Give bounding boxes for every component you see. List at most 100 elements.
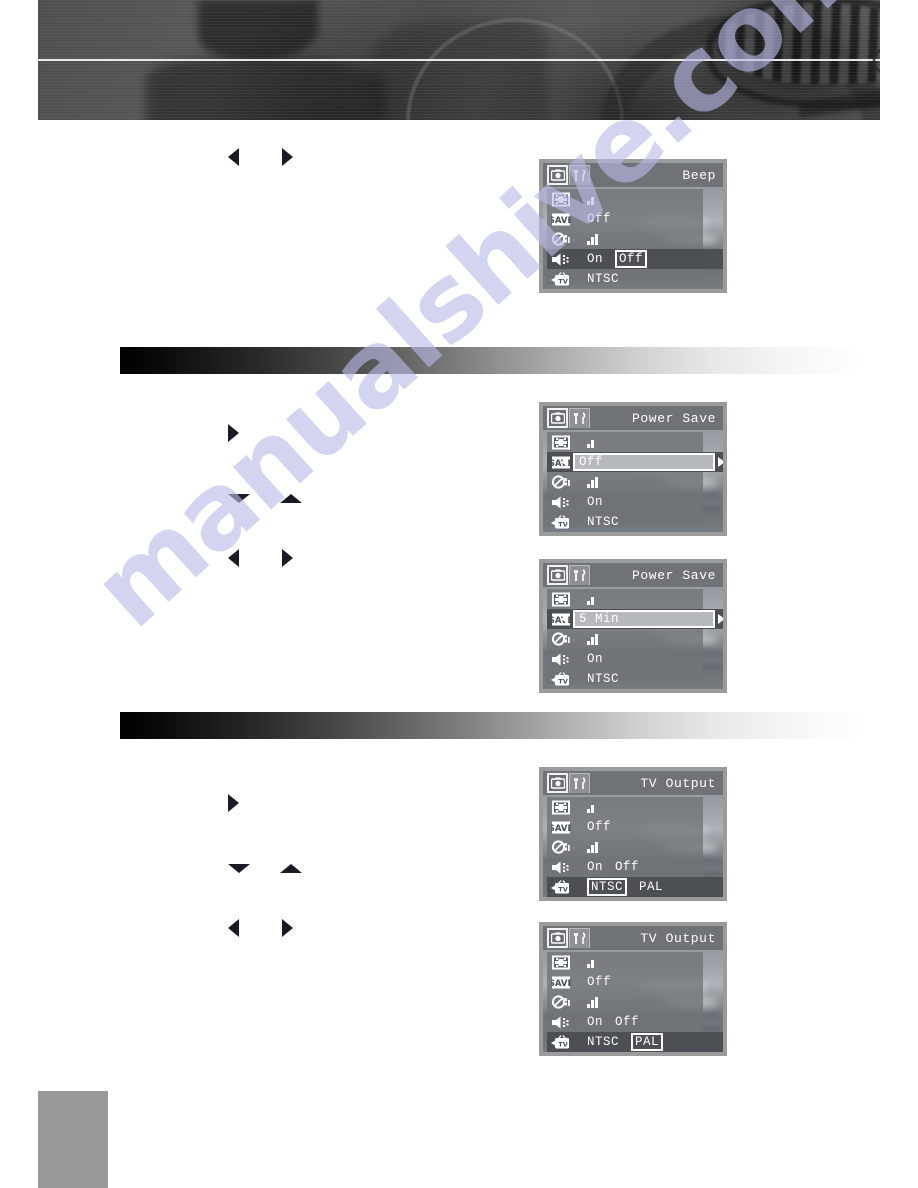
- speaker-icon: [551, 652, 571, 667]
- menu-row-speaker[interactable]: On Off: [547, 857, 703, 877]
- svg-text:SAVE: SAVE: [551, 979, 571, 989]
- tools-tab-icon[interactable]: [569, 773, 590, 793]
- tools-tab-icon[interactable]: [569, 928, 590, 948]
- tools-tab-icon[interactable]: [569, 165, 590, 185]
- camera-tab-icon[interactable]: [547, 165, 568, 185]
- tv-icon: TV: [551, 514, 571, 530]
- brightness-icon: [551, 800, 571, 815]
- level-bars-indicator: [587, 233, 598, 245]
- menu-row-sharpness[interactable]: [547, 472, 703, 492]
- menu-row-tv[interactable]: TV NTSC: [547, 512, 703, 532]
- lcd-titlebar: Power Save: [543, 406, 723, 430]
- arrow-left-beep: [228, 148, 239, 166]
- menu-value: Off: [587, 820, 612, 834]
- lcd-titlebar: Power Save: [543, 563, 723, 587]
- power-save-icon: SAVE: [549, 975, 573, 990]
- power-icon: [868, 40, 880, 78]
- menu-row-power-save[interactable]: SAVE Off: [547, 452, 723, 472]
- menu-row-power-save[interactable]: SAVE Off: [547, 972, 703, 992]
- menu-option-second[interactable]: Off: [615, 860, 639, 874]
- arrow-right-tv-adjust: [282, 919, 293, 937]
- tools-tab-icon[interactable]: [569, 565, 590, 585]
- menu-row-tv[interactable]: TV NTSC PAL: [547, 877, 723, 897]
- arrow-up-ps-nav: [280, 494, 302, 503]
- lcd-screenshot-beep: SAVE Off On Off TV NTSC Beep: [539, 159, 727, 293]
- menu-edit-field[interactable]: Off: [573, 453, 715, 471]
- lcd-titlebar: TV Output: [543, 771, 723, 795]
- menu-option-first[interactable]: On: [587, 860, 603, 874]
- menu-row-power-save[interactable]: SAVE 5 Min: [547, 609, 723, 629]
- menu-row-brightness[interactable]: [547, 797, 703, 817]
- lcd-titlebar: TV Output: [543, 926, 723, 950]
- speaker-icon: [551, 252, 571, 267]
- menu-value: On: [587, 495, 604, 509]
- menu-row-speaker[interactable]: On: [547, 649, 703, 669]
- brightness-icon: [551, 592, 571, 607]
- arrow-left-ps-adjust: [228, 549, 239, 567]
- menu-option-second[interactable]: Off: [615, 250, 648, 268]
- menu-row-brightness[interactable]: [547, 189, 703, 209]
- svg-text:TV: TV: [558, 1040, 567, 1048]
- sharpness-icon: [551, 994, 571, 1010]
- menu-row-sharpness[interactable]: [547, 629, 703, 649]
- lcd-viewfinder-background: SAVE Off On Off TV NTSC Beep: [543, 163, 723, 289]
- page-number-box: [38, 1091, 108, 1188]
- lcd-titlebar: Beep: [543, 163, 723, 187]
- menu-option-second[interactable]: PAL: [631, 1033, 664, 1051]
- lcd-settings-menu: SAVE Off On Off TV NTSC PAL: [547, 952, 723, 1052]
- menu-row-sharpness[interactable]: [547, 229, 703, 249]
- menu-row-tv[interactable]: TV NTSC: [547, 269, 703, 289]
- menu-value: Off: [587, 975, 612, 989]
- menu-row-power-save[interactable]: SAVE Off: [547, 817, 703, 837]
- banner-divider-line: [38, 59, 880, 61]
- camera-tab-icon[interactable]: [547, 565, 568, 585]
- camera-tab-icon[interactable]: [547, 408, 568, 428]
- edit-left-arrow-icon[interactable]: [561, 457, 568, 467]
- menu-edit-field[interactable]: 5 Min: [573, 610, 715, 628]
- menu-row-speaker[interactable]: On: [547, 492, 703, 512]
- arrow-right-ps-enter: [228, 424, 239, 442]
- lcd-settings-menu: SAVE Off On Off TV NTSC PAL: [547, 797, 723, 897]
- menu-row-sharpness[interactable]: [547, 837, 703, 857]
- lcd-title: TV Output: [640, 775, 716, 791]
- arrow-up-tv-nav: [280, 864, 302, 873]
- menu-option-first[interactable]: NTSC: [587, 878, 628, 896]
- menu-row-tv[interactable]: TV NTSC PAL: [547, 1032, 723, 1052]
- camera-tab-icon[interactable]: [547, 773, 568, 793]
- lcd-viewfinder-background: SAVE Off On Off TV NTSC PAL TV Output: [543, 771, 723, 897]
- svg-text:SAVE: SAVE: [551, 216, 571, 226]
- menu-row-brightness[interactable]: [547, 952, 703, 972]
- arrow-down-ps-nav: [228, 494, 250, 503]
- arrow-down-tv-nav: [228, 864, 250, 873]
- brightness-icon: [551, 955, 571, 970]
- menu-value: NTSC: [587, 515, 620, 529]
- speaker-icon: [551, 495, 571, 510]
- edit-left-arrow-icon[interactable]: [561, 614, 568, 624]
- menu-row-speaker[interactable]: On Off: [547, 249, 723, 269]
- menu-row-brightness[interactable]: [547, 589, 703, 609]
- menu-option-second[interactable]: PAL: [639, 880, 663, 894]
- lcd-title: Power Save: [631, 567, 716, 583]
- lcd-screenshot-tv-output-ntsc: SAVE Off On Off TV NTSC PAL TV Output: [539, 767, 727, 901]
- menu-option-second[interactable]: Off: [615, 1015, 639, 1029]
- menu-option-first[interactable]: NTSC: [587, 1035, 619, 1049]
- menu-row-brightness[interactable]: [547, 432, 703, 452]
- camera-tab-icon[interactable]: [547, 928, 568, 948]
- power-save-icon: SAVE: [549, 212, 573, 227]
- lcd-screenshot-power-save-off: SAVE Off On TV NTSC Power Save: [539, 402, 727, 536]
- svg-text:SAVE: SAVE: [551, 824, 571, 834]
- menu-row-tv[interactable]: TV NTSC: [547, 669, 703, 689]
- arrow-right-beep: [282, 148, 293, 166]
- edit-right-arrow-icon[interactable]: [718, 614, 723, 624]
- menu-row-power-save[interactable]: SAVE Off: [547, 209, 703, 229]
- tools-tab-icon[interactable]: [569, 408, 590, 428]
- menu-row-sharpness[interactable]: [547, 992, 703, 1012]
- edit-right-arrow-icon[interactable]: [718, 457, 723, 467]
- lcd-title: TV Output: [640, 930, 716, 946]
- menu-option-first[interactable]: On: [587, 252, 603, 266]
- menu-row-speaker[interactable]: On Off: [547, 1012, 703, 1032]
- lcd-settings-menu: SAVE Off On TV NTSC: [547, 432, 723, 529]
- menu-option-first[interactable]: On: [587, 1015, 603, 1029]
- sharpness-icon: [551, 631, 571, 647]
- svg-text:TV: TV: [558, 885, 567, 893]
